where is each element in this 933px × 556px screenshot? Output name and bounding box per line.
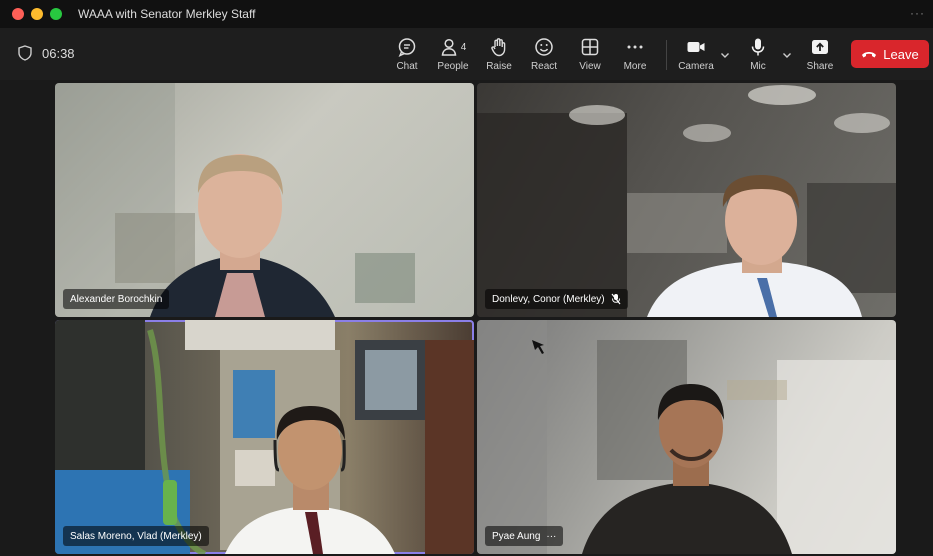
camera-options-caret[interactable] [719, 48, 733, 60]
chevron-down-icon [783, 53, 791, 58]
mic-options-caret[interactable] [781, 48, 795, 60]
smiley-icon [535, 38, 553, 56]
raise-hand-icon [491, 38, 506, 57]
chevron-down-icon [721, 53, 729, 58]
camera-label: Camera [678, 61, 714, 72]
view-label: View [579, 61, 601, 72]
minimize-window-button[interactable] [31, 8, 43, 20]
participant-name: Donlevy, Conor (Merkley) [492, 293, 605, 305]
meeting-toolbar: 06:38 Chat 4 People Raise React View Mor… [0, 28, 933, 80]
more-icon [627, 45, 643, 49]
video-tile-pyae[interactable]: Pyae Aung ··· [477, 320, 896, 554]
window-controls [12, 8, 62, 20]
meeting-timer: 06:38 [18, 45, 75, 61]
video-tile-alexander[interactable]: Alexander Borochkin [55, 83, 474, 317]
more-button[interactable]: More [620, 36, 650, 76]
video-tile-vlad[interactable]: Salas Moreno, Vlad (Merkley) [55, 320, 474, 554]
grid-view-icon [581, 38, 599, 56]
participant-name: Pyae Aung [492, 530, 541, 542]
toolbar-divider [666, 40, 667, 70]
people-label: People [437, 61, 469, 72]
window-title: WAAA with Senator Merkley Staff [78, 7, 256, 21]
participant-name: Salas Moreno, Vlad (Merkley) [70, 530, 202, 542]
participant-name: Alexander Borochkin [70, 293, 163, 305]
participant-name-tag: Pyae Aung ··· [485, 526, 564, 546]
elapsed-time: 06:38 [42, 45, 75, 61]
people-button[interactable]: 4 People [436, 36, 470, 76]
hang-up-icon [862, 52, 877, 58]
gallery-view: Alexander Borochkin Donlevy, Conor (Merk… [0, 80, 933, 556]
participant-name-tag: Alexander Borochkin [63, 289, 170, 309]
mic-label: Mic [750, 61, 766, 72]
chat-button[interactable]: Chat [392, 36, 422, 76]
muted-microphone-icon [611, 293, 621, 305]
view-button[interactable]: View [575, 36, 605, 76]
people-count: 4 [460, 41, 467, 53]
participant-name-tag: Salas Moreno, Vlad (Merkley) [63, 526, 209, 546]
react-button[interactable]: React [529, 36, 559, 76]
zoom-window: WAAA with Senator Merkley Staff ··· 06:3… [0, 0, 933, 556]
title-more-icon[interactable]: ··· [910, 6, 925, 20]
share-label: Share [806, 61, 834, 72]
mic-button[interactable]: Mic [745, 36, 771, 76]
participant-video [477, 320, 896, 554]
people-icon [441, 38, 457, 56]
more-label: More [623, 61, 647, 72]
video-tile-conor[interactable]: Donlevy, Conor (Merkley) [477, 83, 896, 317]
participant-name-tag: Donlevy, Conor (Merkley) [485, 289, 628, 309]
close-window-button[interactable] [12, 8, 24, 20]
chat-label: Chat [396, 61, 418, 72]
share-button[interactable]: Share [805, 36, 835, 76]
fullscreen-window-button[interactable] [50, 8, 62, 20]
leave-label: Leave [883, 46, 919, 62]
participant-video [55, 83, 415, 317]
raise-label: Raise [486, 61, 512, 72]
participant-video [477, 85, 896, 317]
microphone-icon [751, 38, 765, 56]
camera-button[interactable]: Camera [677, 36, 715, 76]
camera-icon [687, 42, 705, 52]
share-screen-icon [812, 40, 828, 54]
title-bar: WAAA with Senator Merkley Staff ··· [0, 0, 933, 28]
shield-icon[interactable] [18, 45, 32, 61]
chat-icon [398, 38, 416, 57]
raise-hand-button[interactable]: Raise [484, 36, 514, 76]
react-label: React [530, 61, 558, 72]
participant-video [55, 320, 474, 554]
leave-button[interactable]: Leave [851, 40, 929, 68]
participant-more-icon[interactable]: ··· [546, 531, 556, 542]
